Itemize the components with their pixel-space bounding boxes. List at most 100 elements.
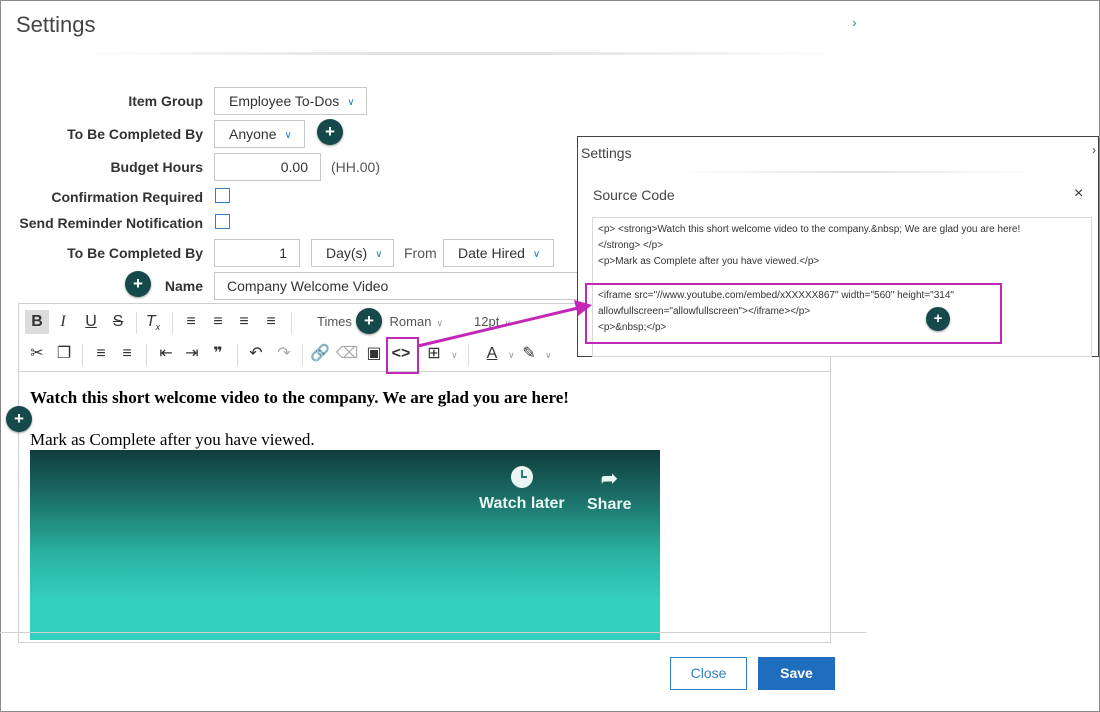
font-size-value: 12pt: [474, 314, 500, 329]
completed-by-period-label: To Be Completed By: [67, 245, 203, 261]
image-icon[interactable]: ▣: [362, 342, 386, 366]
align-justify-icon[interactable]: ≡: [259, 310, 283, 334]
code-line: <p> <strong>Watch this short welcome vid…: [598, 224, 1021, 235]
toolbar-divider: [136, 312, 137, 334]
undo-icon[interactable]: ↶: [244, 342, 268, 366]
source-code-title: Source Code: [593, 187, 675, 203]
source-code-close-icon[interactable]: ×: [1074, 185, 1083, 203]
item-group-value: Employee To-Dos: [229, 93, 340, 109]
toolbar-divider: [146, 344, 147, 366]
source-code-popup: Settings › Source Code × <p> <strong>Wat…: [577, 136, 1099, 357]
completed-by-label: To Be Completed By: [67, 126, 203, 142]
text-color-dropdown[interactable]: ∨: [503, 342, 515, 366]
add-callout-icon[interactable]: +: [356, 308, 382, 334]
link-icon[interactable]: 🔗: [308, 342, 332, 366]
content-text: Mark as Complete after you have viewed.: [30, 430, 315, 449]
budget-hours-input[interactable]: 0.00: [214, 153, 321, 181]
bold-icon[interactable]: B: [25, 310, 49, 334]
font-family-value: Times: [317, 314, 352, 329]
align-center-icon[interactable]: ≡: [206, 310, 230, 334]
indent-icon[interactable]: ⇥: [180, 342, 204, 366]
underline-icon[interactable]: U: [79, 310, 103, 334]
clock-icon: [510, 466, 533, 488]
chevron-down-icon: ∨: [504, 318, 511, 328]
source-code-highlight-box: [386, 337, 419, 374]
highlight-color-icon[interactable]: ✎: [517, 342, 541, 366]
title-divider: [80, 52, 840, 55]
completed-by-number-input[interactable]: 1: [214, 239, 300, 267]
name-input[interactable]: Company Welcome Video: [214, 272, 584, 300]
add-callout-icon[interactable]: +: [926, 307, 950, 331]
toolbar-divider: [468, 344, 469, 366]
font-size-dropdown[interactable]: 12pt ∨: [474, 310, 511, 334]
toolbar-divider: [82, 344, 83, 366]
share-icon: ➦: [600, 468, 618, 490]
cut-icon[interactable]: ✂: [25, 342, 49, 366]
share-label: Share: [587, 496, 632, 513]
chevron-down-icon: ∨: [508, 350, 515, 360]
footer-divider: [0, 632, 866, 633]
name-label: Name: [164, 278, 203, 294]
popup-title: Settings: [581, 145, 632, 161]
toolbar-divider: [237, 344, 238, 366]
redo-icon[interactable]: ↷: [272, 342, 296, 366]
align-right-icon[interactable]: ≡: [232, 310, 256, 334]
chevron-down-icon: ∨: [347, 97, 355, 108]
italic-icon[interactable]: I: [51, 310, 75, 334]
popup-title-divider: [678, 171, 1038, 173]
send-reminder-label: Send Reminder Notification: [19, 215, 203, 231]
from-dropdown[interactable]: Date Hired ∨: [443, 239, 554, 267]
watch-later-button[interactable]: Watch later: [479, 466, 565, 513]
bullet-list-icon[interactable]: ≡: [89, 342, 113, 366]
chevron-down-icon: ∨: [375, 249, 383, 260]
clear-format-icon[interactable]: Tx: [141, 310, 165, 334]
item-group-label: Item Group: [128, 93, 203, 109]
toolbar-divider: [302, 344, 303, 366]
confirmation-required-checkbox[interactable]: [215, 188, 230, 203]
code-line: <p>Mark as Complete after you have viewe…: [598, 256, 820, 267]
close-button[interactable]: Close: [670, 657, 747, 690]
add-callout-icon[interactable]: +: [317, 119, 343, 145]
code-line: </strong> </p>: [598, 240, 664, 251]
table-dropdown[interactable]: ∨: [446, 342, 458, 366]
dialog-close-icon[interactable]: ›: [852, 14, 857, 30]
chevron-down-icon: ∨: [436, 318, 444, 328]
popup-close-icon[interactable]: ›: [1092, 143, 1096, 157]
outdent-icon[interactable]: ⇤: [154, 342, 178, 366]
blockquote-icon[interactable]: ❞: [206, 342, 230, 366]
budget-hours-hint: (HH.00): [331, 159, 381, 175]
align-left-icon[interactable]: ≡: [179, 310, 203, 334]
dialog-title: Settings: [16, 12, 96, 37]
period-value: Day(s): [326, 245, 368, 261]
save-button[interactable]: Save: [758, 657, 835, 690]
completed-by-value: Anyone: [229, 126, 277, 142]
item-group-dropdown[interactable]: Employee To-Dos ∨: [214, 87, 367, 115]
add-callout-icon[interactable]: +: [6, 406, 32, 432]
watch-later-label: Watch later: [479, 495, 565, 512]
toolbar-divider: [291, 312, 292, 334]
budget-hours-label: Budget Hours: [110, 159, 203, 175]
highlight-color-dropdown[interactable]: ∨: [540, 342, 552, 366]
share-button[interactable]: ➦ Share: [587, 466, 631, 514]
unlink-icon[interactable]: ⌫: [335, 342, 359, 366]
from-value: Date Hired: [458, 245, 525, 261]
chevron-down-icon: ∨: [532, 249, 541, 260]
chevron-down-icon: ∨: [284, 130, 292, 141]
period-dropdown[interactable]: Day(s) ∨: [311, 239, 394, 267]
content-bold-text: Watch this short welcome video to the co…: [30, 388, 569, 407]
chevron-down-icon: ∨: [545, 350, 552, 360]
confirmation-required-label: Confirmation Required: [51, 189, 203, 205]
toolbar-divider: [172, 312, 173, 334]
editor-content[interactable]: Watch this short welcome video to the co…: [19, 372, 830, 642]
chevron-down-icon: ∨: [451, 350, 458, 360]
send-reminder-checkbox[interactable]: [215, 214, 230, 229]
table-icon[interactable]: ⊞: [422, 342, 446, 366]
embedded-video[interactable]: Watch later ➦ Share: [30, 450, 660, 640]
from-label: From: [404, 245, 437, 261]
numbered-list-icon[interactable]: ≡: [115, 342, 139, 366]
text-color-icon[interactable]: A: [480, 342, 504, 366]
strikethrough-icon[interactable]: S: [106, 310, 130, 334]
font-family-value-tail: Roman: [389, 314, 432, 329]
copy-icon[interactable]: ❐: [52, 342, 76, 366]
completed-by-dropdown[interactable]: Anyone ∨: [214, 120, 305, 148]
